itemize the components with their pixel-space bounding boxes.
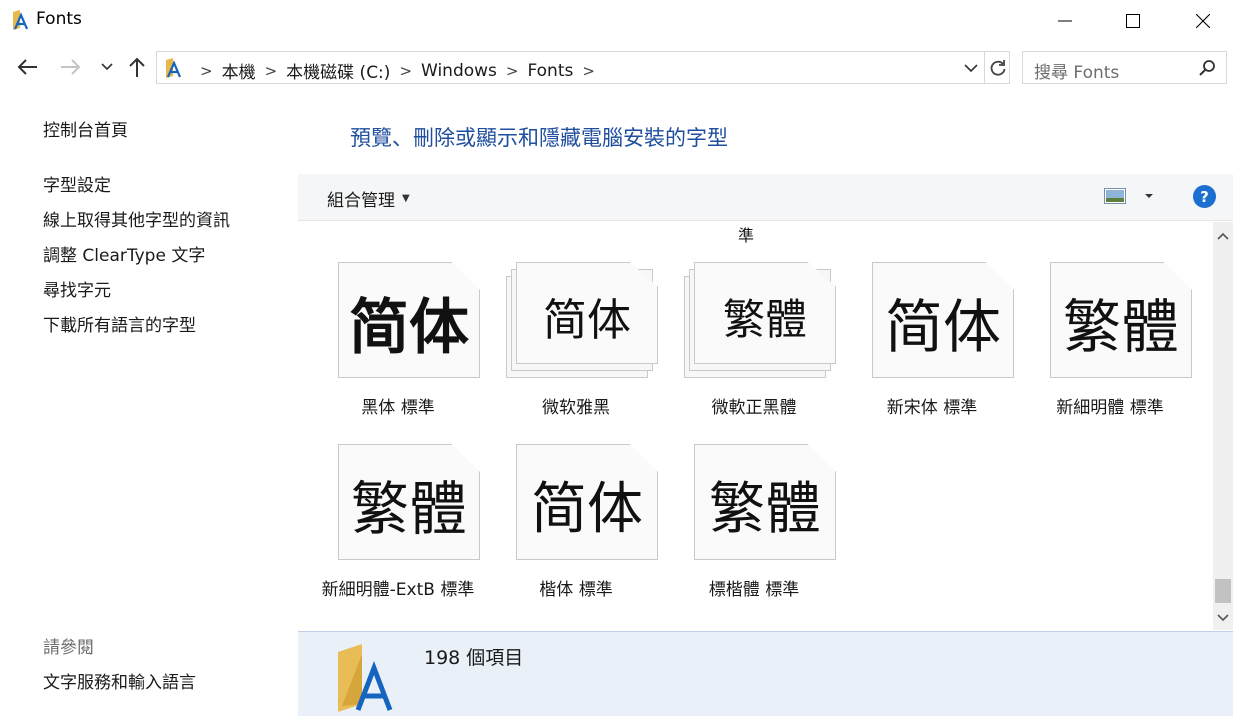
font-name-label: 微软雅黑: [542, 398, 610, 418]
scroll-up-button[interactable]: [1213, 226, 1233, 246]
see-also-heading: 請參閱: [43, 638, 94, 658]
font-preview-sample: 简体: [884, 293, 1001, 361]
breadcrumb-this-pc[interactable]: 本機: [222, 58, 256, 83]
help-button[interactable]: ?: [1193, 185, 1216, 208]
font-tile-pmingliu[interactable]: 繁體 新細明體 標準: [1030, 262, 1192, 442]
organize-label: 組合管理: [327, 191, 395, 211]
forward-button[interactable]: [56, 52, 86, 82]
search-placeholder: 搜尋 Fonts: [1034, 63, 1120, 83]
chevron-down-icon: [1217, 614, 1229, 622]
minimize-button[interactable]: [1030, 0, 1100, 42]
minimize-icon: [1058, 20, 1072, 22]
font-preview-sample: 简体: [531, 476, 643, 542]
chevron-up-icon: [1217, 232, 1229, 240]
scroll-down-button[interactable]: [1213, 608, 1233, 628]
breadcrumb-separator[interactable]: >: [506, 62, 519, 80]
breadcrumb-separator[interactable]: >: [200, 62, 213, 80]
vertical-scrollbar[interactable]: [1213, 222, 1233, 630]
fonts-folder-icon: [166, 58, 182, 78]
breadcrumb-local-disk[interactable]: 本機磁碟 (C:): [286, 58, 390, 83]
caret-down-icon: [1145, 194, 1153, 198]
font-name-label: 標楷體 標準: [708, 580, 800, 600]
window-title: Fonts: [36, 9, 82, 29]
font-tile-heiti[interactable]: 简体 黑体 標準: [318, 262, 480, 442]
control-panel-home-link[interactable]: 控制台首頁: [43, 116, 128, 141]
chevron-down-icon: [964, 63, 978, 72]
font-preview-sample: 繁體: [1062, 293, 1179, 361]
chevron-down-icon: [101, 63, 113, 71]
title-bar: Fonts: [0, 0, 1233, 42]
font-preview-sample: 简体: [543, 295, 631, 346]
item-count: 198 個項目: [424, 647, 524, 669]
font-name-label: 微軟正黑體: [711, 398, 797, 418]
fonts-window: Fonts > 本機 > 本機磁碟 (C:) > Windows > Fonts…: [0, 0, 1233, 716]
breadcrumb-fonts[interactable]: Fonts: [527, 61, 573, 81]
font-tile-microsoft-jhenghei[interactable]: 繁體 微軟正黑體: [674, 262, 836, 442]
font-name-label: 新細明體 標準: [1056, 398, 1164, 418]
up-button[interactable]: [122, 52, 152, 82]
font-list-view: 準 简体 黑体 標準 简体 微软雅黑 繁體 微軟正黑體 简体 新宋体 標準 繁體…: [298, 222, 1213, 630]
back-button[interactable]: [12, 52, 42, 82]
maximize-button[interactable]: [1098, 0, 1168, 42]
address-history-button[interactable]: [961, 58, 981, 78]
partial-item-label: 準: [738, 226, 755, 245]
address-bar[interactable]: > 本機 > 本機磁碟 (C:) > Windows > Fonts >: [156, 51, 1010, 84]
arrow-left-icon: [17, 59, 37, 75]
breadcrumb-windows[interactable]: Windows: [421, 61, 497, 81]
search-input[interactable]: 搜尋 Fonts: [1022, 51, 1227, 84]
find-character-link[interactable]: 尋找字元: [43, 276, 111, 301]
breadcrumb-separator[interactable]: >: [582, 62, 595, 80]
command-bar: 組合管理 ▼ ?: [298, 174, 1233, 221]
adjust-cleartype-link[interactable]: 調整 ClearType 文字: [43, 241, 205, 266]
font-preview-sample: 繁體: [722, 294, 807, 344]
breadcrumb-separator[interactable]: >: [265, 62, 278, 80]
font-preview-sample: 简体: [349, 292, 469, 363]
font-preview-sample: 繁體: [709, 476, 821, 542]
page-title: 預覽、刪除或顯示和隱藏電腦安裝的字型: [350, 126, 728, 150]
font-tile-dfkai-sb[interactable]: 繁體 標楷體 標準: [674, 444, 836, 624]
fonts-folder-icon: [338, 644, 393, 712]
breadcrumb-separator[interactable]: >: [399, 62, 412, 80]
recent-locations-button[interactable]: [92, 52, 122, 82]
view-large-icons-icon: [1104, 188, 1126, 204]
font-name-label: 新細明體-ExtB 標準: [321, 580, 475, 600]
breadcrumb: > 本機 > 本機磁碟 (C:) > Windows > Fonts >: [191, 58, 604, 84]
font-name-label: 黑体 標準: [361, 398, 435, 418]
get-font-info-online-link[interactable]: 線上取得其他字型的資訊: [43, 206, 230, 231]
font-tile-microsoft-yahei[interactable]: 简体 微软雅黑: [496, 262, 658, 442]
font-tile-nsimsun[interactable]: 简体 新宋体 標準: [852, 262, 1014, 442]
scrollbar-thumb[interactable]: [1215, 579, 1231, 603]
close-icon: [1196, 14, 1210, 28]
font-name-label: 新宋体 標準: [886, 398, 978, 418]
font-tile-kaiti[interactable]: 简体 楷体 標準: [496, 444, 658, 624]
details-pane: 198 個項目: [298, 631, 1233, 716]
fonts-folder-icon: [13, 10, 29, 30]
close-button[interactable]: [1168, 0, 1233, 42]
change-view-button[interactable]: [1104, 188, 1154, 204]
font-settings-link[interactable]: 字型設定: [43, 171, 111, 196]
search-icon: [1199, 60, 1215, 76]
arrow-right-icon: [61, 59, 81, 75]
text-services-link[interactable]: 文字服務和輸入語言: [43, 668, 196, 693]
arrow-up-icon: [129, 57, 145, 77]
caret-down-icon: ▼: [402, 193, 410, 204]
refresh-button[interactable]: [984, 52, 1010, 83]
font-name-label: 楷体 標準: [539, 580, 613, 600]
maximize-icon: [1126, 14, 1140, 28]
refresh-icon: [990, 59, 1005, 76]
control-panel-left-pane: 控制台首頁 字型設定 線上取得其他字型的資訊 調整 ClearType 文字 尋…: [0, 90, 298, 716]
download-all-language-fonts-link[interactable]: 下載所有語言的字型: [43, 311, 196, 336]
organize-menu-button[interactable]: 組合管理 ▼: [327, 186, 410, 211]
font-preview-sample: 繁體: [350, 475, 467, 543]
font-tile-pmingliu-extb[interactable]: 繁體 新細明體-ExtB 標準: [318, 444, 480, 624]
